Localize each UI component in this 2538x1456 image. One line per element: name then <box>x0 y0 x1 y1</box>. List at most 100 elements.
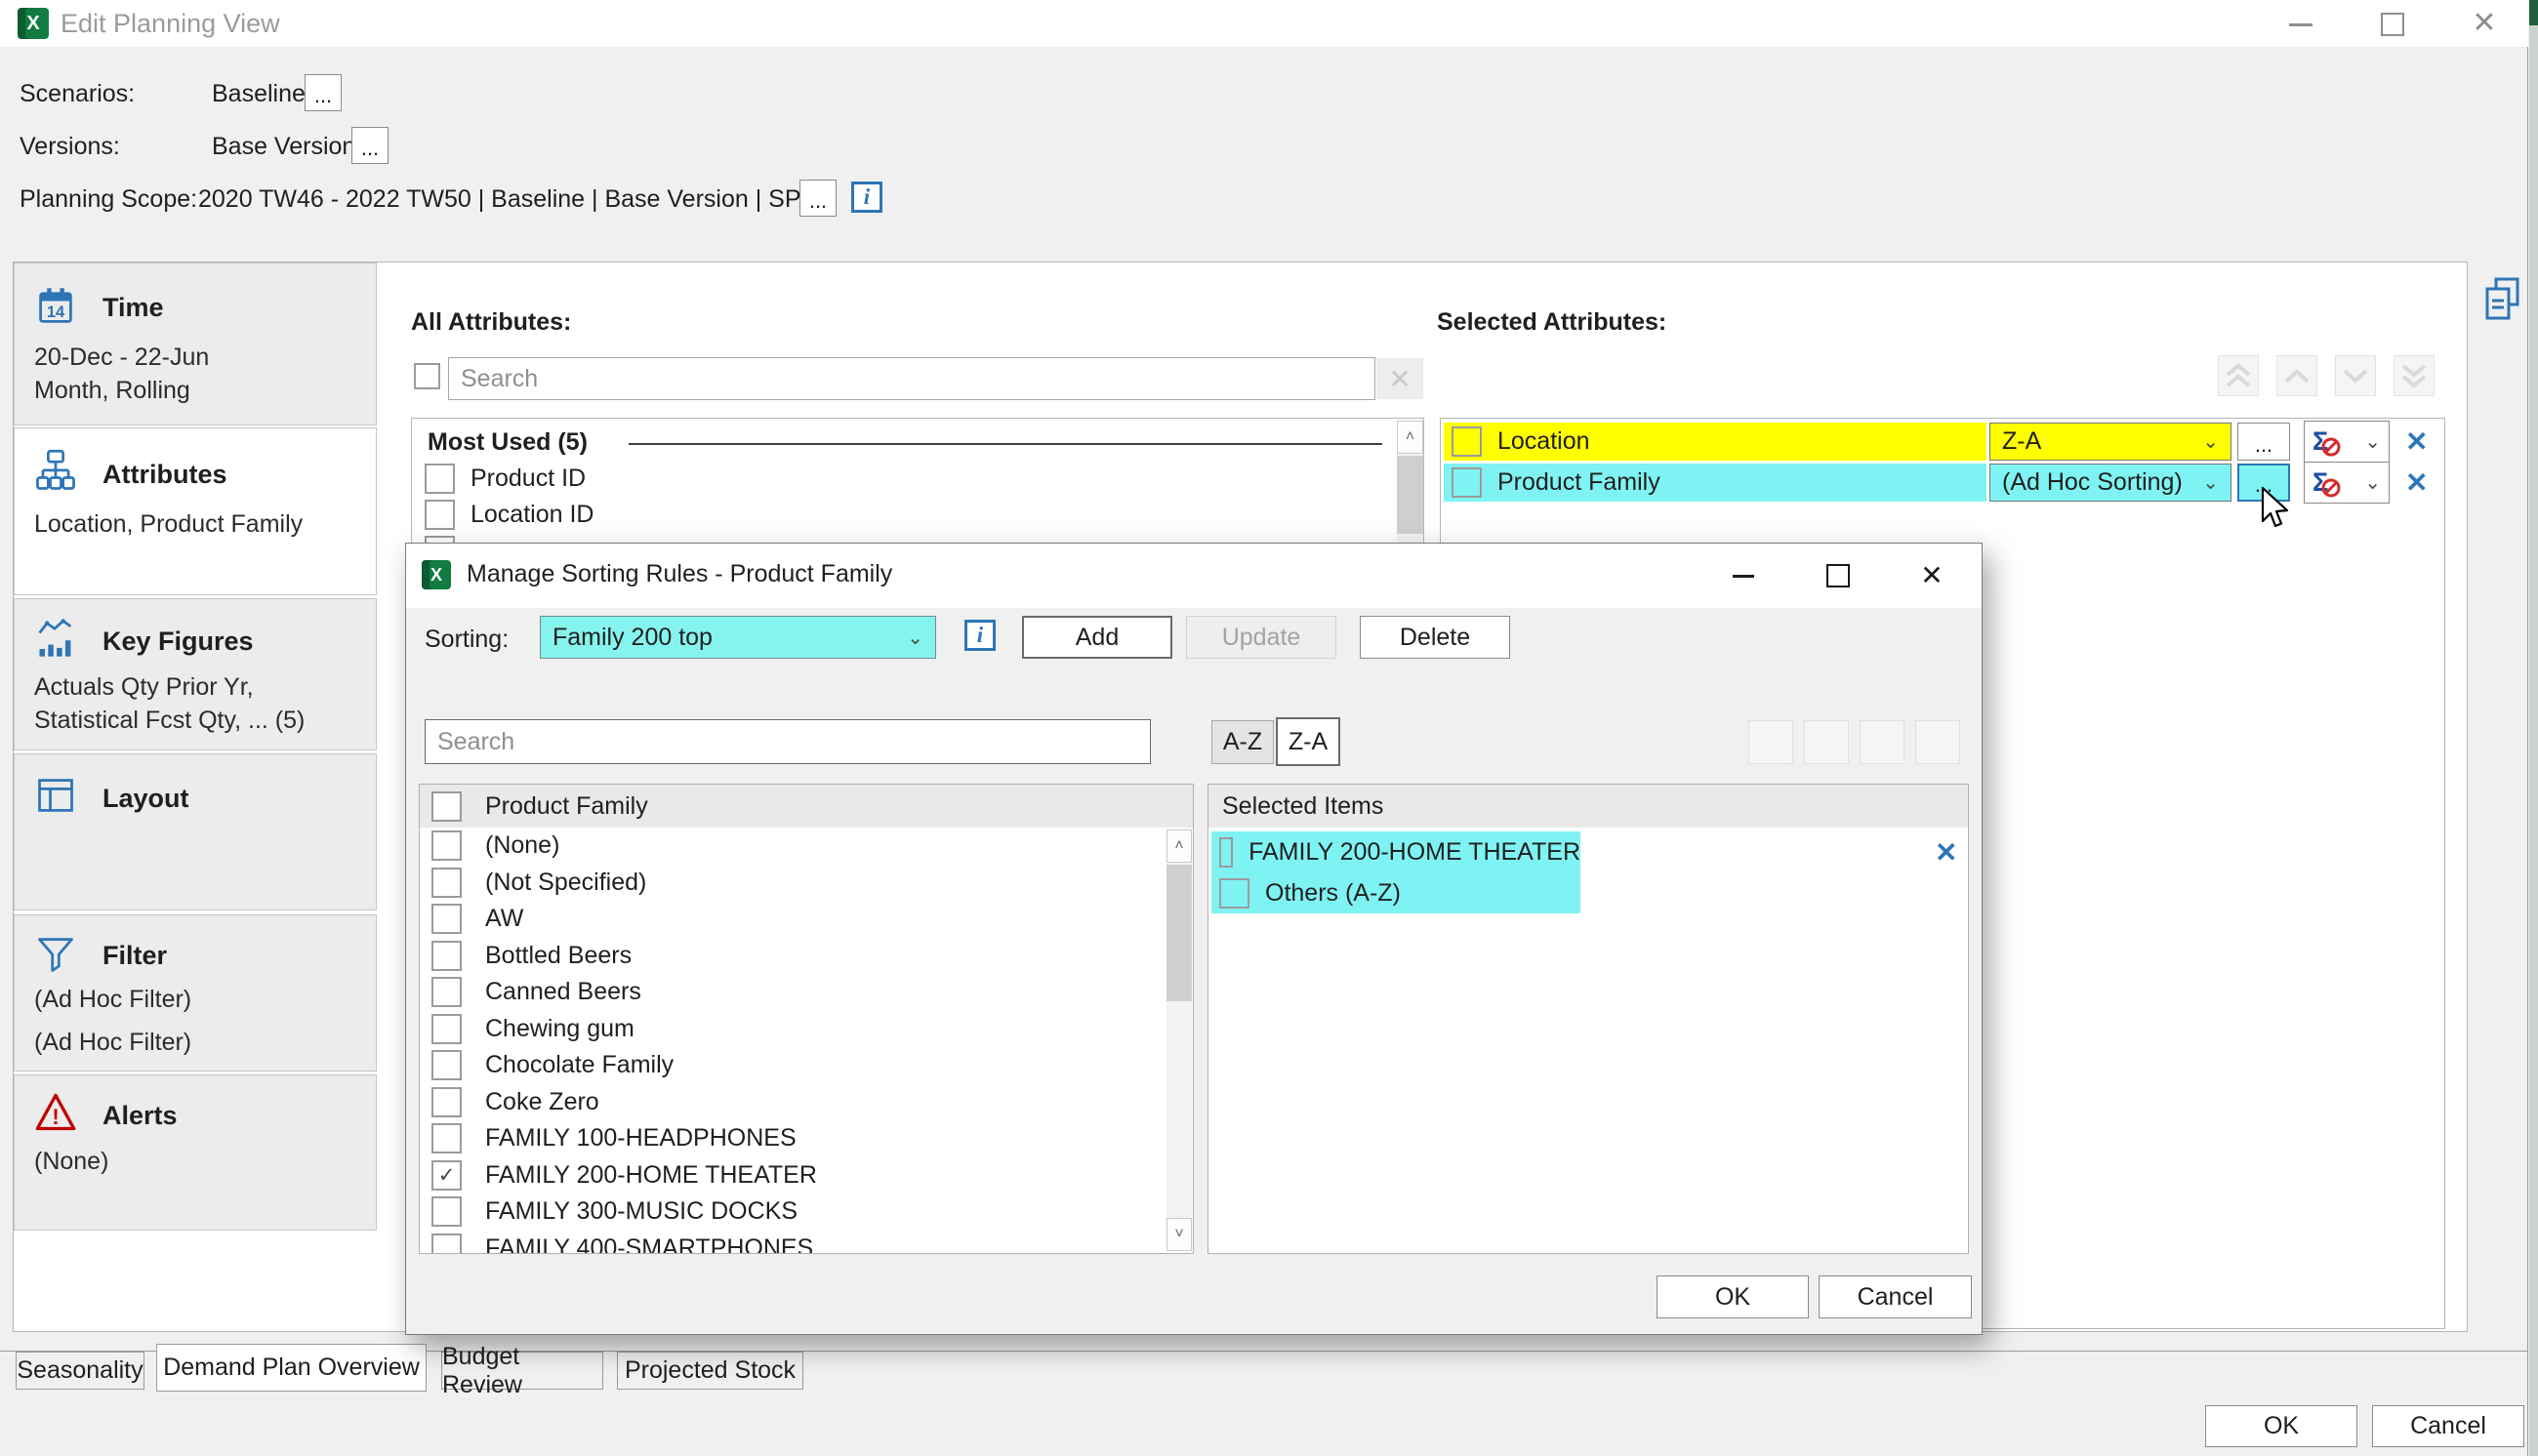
sidebar-item-alerts[interactable]: ! Alerts (None) <box>14 1074 377 1231</box>
update-button[interactable]: Update <box>1186 616 1336 659</box>
minimize-button[interactable] <box>2278 10 2323 39</box>
tab-demand-plan-overview[interactable]: Demand Plan Overview <box>156 1344 427 1392</box>
sidebar-key-figures-line2: Statistical Fcst Qty, ... (5) <box>34 707 305 735</box>
item-checkbox[interactable] <box>431 868 462 898</box>
location-aggregation-button[interactable]: Σ ⌄ <box>2304 421 2390 463</box>
scroll-up-icon[interactable]: ˄ <box>1167 829 1192 863</box>
remove-product-family-button[interactable]: ✕ <box>2405 469 2428 497</box>
select-all-checkbox[interactable] <box>431 791 462 822</box>
tab-seasonality[interactable]: Seasonality <box>16 1352 144 1390</box>
sidebar-item-time[interactable]: 14 Time 20-Dec - 22-Jun Month, Rolling <box>14 263 377 425</box>
selected-move-up-button[interactable] <box>1804 720 1849 764</box>
move-down-button[interactable] <box>2335 355 2376 396</box>
modal-cancel-button[interactable]: Cancel <box>1819 1275 1972 1318</box>
selected-move-top-button[interactable] <box>1748 720 1793 764</box>
selected-move-bottom-button[interactable] <box>1915 720 1960 764</box>
move-up-button[interactable] <box>2276 355 2317 396</box>
move-top-button[interactable] <box>2218 355 2259 396</box>
scroll-down-icon[interactable]: ˅ <box>1167 1218 1192 1251</box>
item-checkbox[interactable] <box>431 1123 462 1153</box>
modal-list-scrollbar[interactable]: ˄ ˅ <box>1167 829 1192 1251</box>
planning-scope-browse-button[interactable]: ... <box>799 180 837 217</box>
close-button[interactable]: ✕ <box>2462 8 2507 39</box>
all-attributes-search-input[interactable] <box>448 357 1375 400</box>
list-item[interactable]: Coke Zero <box>420 1084 1193 1121</box>
item-checkbox[interactable] <box>1219 837 1233 868</box>
sorting-info-icon[interactable]: i <box>964 620 996 651</box>
list-item[interactable]: ✓ FAMILY 200-HOME THEATER <box>420 1157 1193 1194</box>
list-item[interactable]: FAMILY 300-MUSIC DOCKS <box>420 1193 1193 1231</box>
item-checkbox[interactable] <box>431 941 462 971</box>
versions-browse-button[interactable]: ... <box>351 127 389 164</box>
sidebar-item-filter[interactable]: Filter (Ad Hoc Filter) (Ad Hoc Filter) <box>14 914 377 1072</box>
item-checkbox[interactable] <box>431 1014 462 1044</box>
product-family-aggregation-button[interactable]: Σ ⌄ <box>2304 462 2390 504</box>
selected-move-down-button[interactable] <box>1860 720 1904 764</box>
move-bottom-button[interactable] <box>2394 355 2435 396</box>
all-attributes-select-all-checkbox[interactable] <box>414 363 440 389</box>
sidebar-filter-line1: (Ad Hoc Filter) <box>34 986 191 1014</box>
modal-minimize-button[interactable] <box>1719 561 1768 590</box>
scrollbar-thumb[interactable] <box>1397 456 1423 534</box>
list-item[interactable]: Product ID <box>425 464 586 494</box>
product-id-checkbox[interactable] <box>425 464 455 494</box>
list-item[interactable]: Chocolate Family <box>420 1047 1193 1084</box>
list-item[interactable]: AW <box>420 901 1193 938</box>
list-item[interactable]: Location ID <box>425 500 594 530</box>
item-checkbox[interactable] <box>431 1234 462 1254</box>
scenarios-value: Baseline <box>212 80 306 108</box>
list-item[interactable]: (Not Specified) <box>420 865 1193 902</box>
search-clear-icon[interactable]: ✕ <box>1376 358 1423 399</box>
list-item[interactable]: Canned Beers <box>420 974 1193 1011</box>
sidebar-item-key-figures[interactable]: Key Figures Actuals Qty Prior Yr, Statis… <box>14 598 377 750</box>
dialog-ok-button[interactable]: OK <box>2205 1405 2357 1447</box>
sidebar-item-attributes[interactable]: Attributes Location, Product Family <box>14 427 377 595</box>
modal-title-bar: X Manage Sorting Rules - Product Family … <box>406 544 1982 608</box>
item-label: FAMILY 200-HOME THEATER <box>485 1161 817 1190</box>
scroll-up-icon[interactable]: ˄ <box>1397 421 1423 454</box>
dialog-cancel-button[interactable]: Cancel <box>2372 1405 2524 1447</box>
maximize-button[interactable] <box>2370 10 2415 39</box>
item-checkbox[interactable] <box>431 830 462 861</box>
item-checkbox[interactable]: ✓ <box>431 1160 462 1191</box>
location-sort-rules-button[interactable]: ... <box>2237 423 2290 461</box>
sorting-dropdown[interactable]: Family 200 top ⌄ <box>540 616 936 659</box>
tab-budget-review[interactable]: Budget Review <box>441 1352 603 1390</box>
modal-close-button[interactable]: ✕ <box>1907 557 1956 592</box>
sidebar-item-layout[interactable]: Layout <box>14 753 377 910</box>
remove-selected-item-button[interactable]: ✕ <box>1935 839 1957 867</box>
item-checkbox[interactable] <box>431 977 462 1007</box>
planning-scope-info-icon[interactable]: i <box>851 182 882 213</box>
scrollbar-thumb[interactable] <box>1167 865 1192 1001</box>
item-checkbox[interactable] <box>431 1196 462 1227</box>
location-id-checkbox[interactable] <box>425 500 455 530</box>
list-item[interactable]: (None) <box>420 828 1193 865</box>
list-item[interactable]: Others (A-Z) <box>1211 872 1580 913</box>
item-checkbox[interactable] <box>1219 878 1249 909</box>
sort-za-button[interactable]: Z-A <box>1276 717 1340 766</box>
modal-maximize-button[interactable] <box>1814 561 1863 590</box>
remove-location-button[interactable]: ✕ <box>2405 428 2428 456</box>
item-checkbox[interactable] <box>431 904 462 934</box>
list-item[interactable]: FAMILY 200-HOME THEATER <box>1211 831 1580 872</box>
list-item[interactable]: Bottled Beers <box>420 938 1193 975</box>
scenarios-browse-button[interactable]: ... <box>305 74 342 111</box>
tab-projected-stock[interactable]: Projected Stock <box>617 1352 803 1390</box>
selected-row-product-family[interactable]: Product Family <box>1444 464 1986 502</box>
list-item[interactable]: Chewing gum <box>420 1011 1193 1048</box>
product-family-checkbox[interactable] <box>1452 467 1482 498</box>
item-checkbox[interactable] <box>431 1050 462 1080</box>
modal-search-input[interactable] <box>425 719 1151 764</box>
copy-view-icon[interactable] <box>2479 275 2526 326</box>
add-button[interactable]: Add <box>1022 616 1172 659</box>
list-item[interactable]: FAMILY 100-HEADPHONES <box>420 1120 1193 1157</box>
list-item[interactable]: FAMILY 400-SMARTPHONES <box>420 1231 1193 1255</box>
delete-button[interactable]: Delete <box>1360 616 1510 659</box>
selected-row-location[interactable]: Location <box>1444 423 1986 461</box>
sort-az-button[interactable]: A-Z <box>1211 720 1274 764</box>
product-family-sort-dropdown[interactable]: (Ad Hoc Sorting) ⌄ <box>1989 464 2231 502</box>
location-sort-dropdown[interactable]: Z-A ⌄ <box>1989 423 2231 461</box>
modal-ok-button[interactable]: OK <box>1657 1275 1809 1318</box>
location-checkbox[interactable] <box>1452 426 1482 457</box>
item-checkbox[interactable] <box>431 1087 462 1117</box>
